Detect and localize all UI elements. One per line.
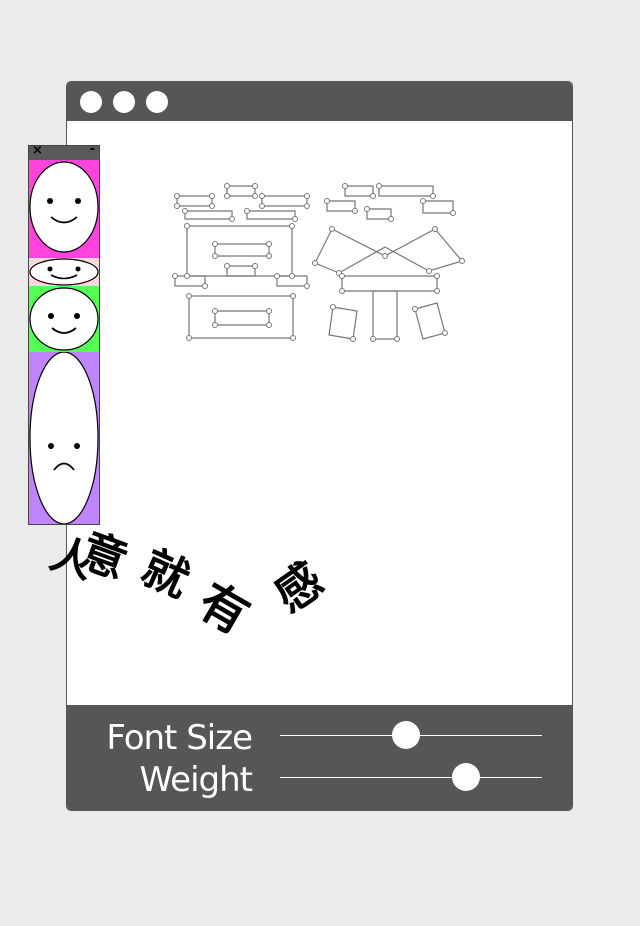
face-panel-1[interactable] <box>29 160 99 258</box>
outlined-glyph-paths[interactable] <box>167 181 477 361</box>
rotated-text-overlay: 人 意 就 有 感 <box>45 500 352 680</box>
faces-titlebar[interactable]: × - <box>29 146 99 160</box>
faces-minimize-button[interactable]: - <box>90 146 95 157</box>
window-button-2[interactable] <box>113 91 135 113</box>
controls-panel: Font Size Weight <box>67 705 572 810</box>
weight-slider-thumb[interactable] <box>452 763 481 791</box>
frowning-face <box>29 352 99 524</box>
smiling-face-2 <box>29 258 99 286</box>
face-panel-4[interactable] <box>29 352 99 524</box>
font-size-label: Font Size <box>106 718 253 758</box>
type-app-window: Font Size Weight <box>66 81 573 811</box>
font-size-slider-thumb[interactable] <box>391 721 420 749</box>
font-size-slider[interactable] <box>280 721 542 749</box>
rotated-char-2: 就 <box>133 539 198 608</box>
rotated-char-3: 有 <box>188 573 259 646</box>
faces-window[interactable]: × - <box>28 145 100 525</box>
smiling-face-3 <box>29 286 99 352</box>
window-titlebar[interactable] <box>67 82 572 121</box>
rotated-char-4: 感 <box>264 552 334 623</box>
weight-label: Weight <box>139 760 253 800</box>
face-panel-3[interactable] <box>29 286 99 352</box>
window-button-3[interactable] <box>146 91 168 113</box>
window-button-1[interactable] <box>80 91 102 113</box>
smiling-face-1 <box>29 160 99 258</box>
face-panel-2[interactable] <box>29 258 99 286</box>
weight-slider[interactable] <box>280 763 542 791</box>
faces-close-button[interactable]: × <box>32 146 43 158</box>
